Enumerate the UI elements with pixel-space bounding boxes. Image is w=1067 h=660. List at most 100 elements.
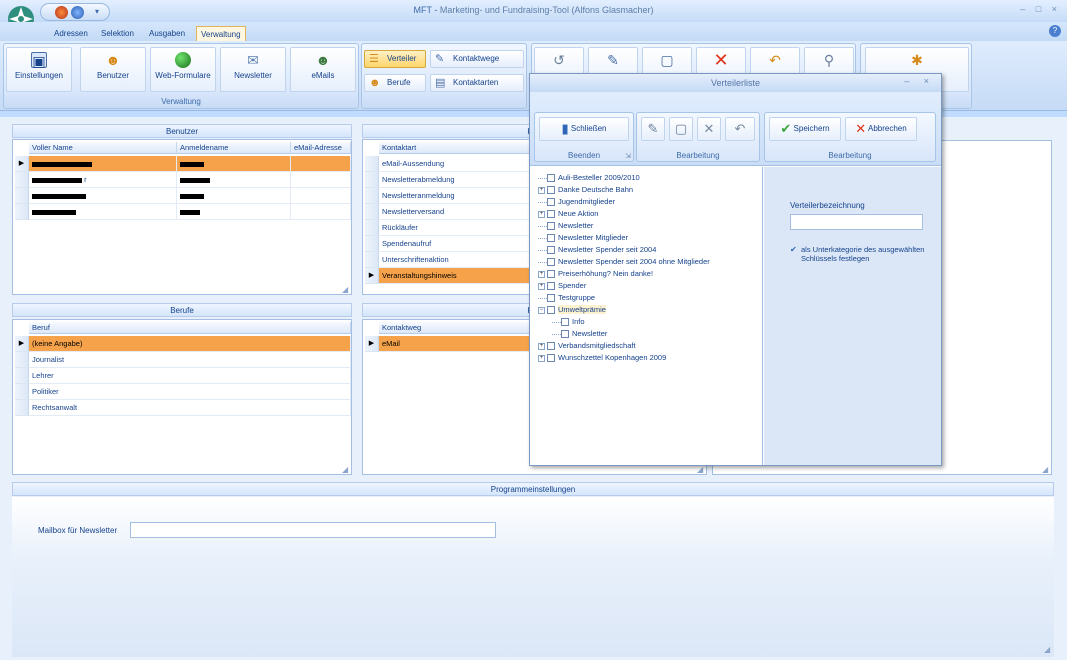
expand-icon[interactable]: + [538,210,545,218]
resize-grip-icon[interactable]: ◢ [1044,645,1052,654]
tree-node-checkbox[interactable] [547,306,555,315]
einstellungen-button[interactable]: ▣ Einstellungen [6,47,72,92]
tree-node-checkbox[interactable] [547,222,555,231]
emails-button[interactable]: ☻ eMails [290,47,356,92]
table-row[interactable]: Rechtsanwalt [15,400,351,416]
document-list-icon: ▤ [435,77,446,89]
berufe-grid[interactable]: Beruf ▶ (keine Angabe) Journalist Lehrer … [12,319,352,475]
tree-node-checkbox[interactable] [547,354,555,363]
expand-icon[interactable]: + [538,342,545,350]
tree-node[interactable]: Newsletter Spender seit 2004 [538,244,656,256]
column-anmeldename[interactable]: Anmeldename [177,142,291,154]
verteilerbezeichnung-label: Verteilerbezeichnung [790,201,865,210]
table-row[interactable]: Politiker [15,384,351,400]
schliessen-button[interactable]: ▮ Schließen [539,117,629,141]
dialog-window-controls[interactable]: – × [904,76,935,86]
expand-icon[interactable]: + [538,354,545,362]
tab-verwaltung[interactable]: Verwaltung [196,26,246,41]
dialog-ribbon: ? ▮ Schließen Beenden ⇲ ✎ ▢ ✕ ↶ Bearbeit… [530,92,941,166]
unterkategorie-checkbox[interactable]: ✔ [790,245,799,254]
tree-node[interactable]: Info [552,316,585,328]
resize-grip-icon[interactable]: ◢ [342,285,350,294]
close-door-icon: ▮ [561,121,569,136]
tree-node[interactable]: + Spender [538,280,586,292]
row-indicator-icon: ▶ [365,336,379,352]
resize-grip-icon[interactable]: ◢ [1042,465,1050,474]
table-row[interactable]: Journalist [15,352,351,368]
undo-button[interactable]: ↶ [725,117,755,141]
expand-icon[interactable]: + [538,186,545,194]
mailbox-input[interactable] [130,522,496,538]
tree-node[interactable]: + Danke Deutsche Bahn [538,184,633,196]
title-app: MFT - [413,5,438,15]
verteilerbezeichnung-input[interactable] [790,214,923,230]
tree-node[interactable]: Newsletter Spender seit 2004 ohne Mitgli… [538,256,710,268]
tree-node[interactable]: + Wunschzettel Kopenhagen 2009 [538,352,666,364]
expand-icon[interactable]: + [538,270,545,278]
benutzer-grid[interactable]: Voller Name Anmeldename eMail-Adresse ▶ … [12,139,352,295]
delete-button[interactable]: ✕ [697,117,721,141]
tree-node[interactable]: + Neue Aktion [538,208,598,220]
tree-node-checkbox[interactable] [547,270,555,279]
table-row[interactable]: r [15,172,351,188]
tab-ausgaben[interactable]: Ausgaben [145,26,189,41]
berufe-panel-header: Berufe [12,303,352,317]
tree-node-checkbox[interactable] [561,318,569,327]
edit-button[interactable]: ✎ [641,117,665,141]
delete-icon: ✕ [703,121,715,136]
tree-node-checkbox[interactable] [547,246,555,255]
newsletter-button[interactable]: ✉ Newsletter [220,47,286,92]
berufe-button[interactable]: ☻ Berufe [364,74,426,92]
table-row[interactable]: ▶ (keine Angabe) [15,336,351,352]
tree-node-checkbox[interactable] [547,210,555,219]
tab-adressen[interactable]: Adressen [50,26,92,41]
tree-node-checkbox[interactable] [547,258,555,267]
column-beruf[interactable]: Beruf [29,322,351,334]
abbrechen-button[interactable]: ✕ Abbrechen [845,117,917,141]
table-row[interactable]: ▶ [15,156,351,172]
collapse-icon[interactable]: − [538,306,545,314]
tree-node[interactable]: − Umweltprämie [538,304,606,316]
tree-node-label: Verbandsmitgliedschaft [558,341,636,350]
column-voller-name[interactable]: Voller Name [29,142,177,154]
table-row[interactable] [15,188,351,204]
tree-node[interactable]: Jugendmitglieder [538,196,615,208]
new-button[interactable]: ▢ [669,117,693,141]
tree-node-checkbox[interactable] [547,342,555,351]
expand-icon[interactable]: + [538,282,545,290]
tree-node[interactable]: Newsletter [538,220,593,232]
tree-node[interactable]: Newsletter [552,328,607,340]
kontaktwege-button[interactable]: ✎ Kontaktwege [430,50,524,68]
web-formulare-button[interactable]: Web-Formulare [150,47,216,92]
resize-grip-icon[interactable]: ◢ [697,465,705,474]
tree-node[interactable]: + Verbandsmitgliedschaft [538,340,636,352]
tree-line-icon [538,297,547,299]
benutzer-button[interactable]: ☻ Benutzer [80,47,146,92]
tree-node-checkbox[interactable] [547,282,555,291]
tools-icon: ✱ [911,52,923,68]
tab-selektion[interactable]: Selektion [97,26,138,41]
tree-node-checkbox[interactable] [547,198,555,207]
speichern-button[interactable]: ✔ Speichern [769,117,841,141]
tree-node[interactable]: Auli-Besteller 2009/2010 [538,172,640,184]
table-row[interactable]: Lehrer [15,368,351,384]
dialog-group-beenden: ▮ Schließen Beenden ⇲ [534,112,634,162]
column-email-adresse[interactable]: eMail-Adresse [291,142,351,154]
help-icon[interactable]: ? [1049,25,1061,37]
mail-people-icon: ☻ [315,52,331,68]
kontaktarten-button[interactable]: ▤ Kontaktarten [430,74,524,92]
tree-node[interactable]: Newsletter Mitglieder [538,232,628,244]
verteiler-button[interactable]: ☰ Verteiler [364,50,426,68]
tree-node-label: Wunschzettel Kopenhagen 2009 [558,353,667,362]
tree-node[interactable]: + Preiserhöhung? Nein danke! [538,268,653,280]
table-row[interactable] [15,204,351,220]
tree-node-checkbox[interactable] [547,186,555,195]
window-controls[interactable]: – □ × [1020,4,1061,14]
tree-node[interactable]: Testgruppe [538,292,595,304]
tree-node-checkbox[interactable] [547,174,555,183]
tree-node-checkbox[interactable] [547,234,555,243]
resize-grip-icon[interactable]: ◢ [342,465,350,474]
tree-node-checkbox[interactable] [561,330,569,339]
group-options-icon[interactable]: ⇲ [625,152,631,160]
tree-node-checkbox[interactable] [547,294,555,303]
